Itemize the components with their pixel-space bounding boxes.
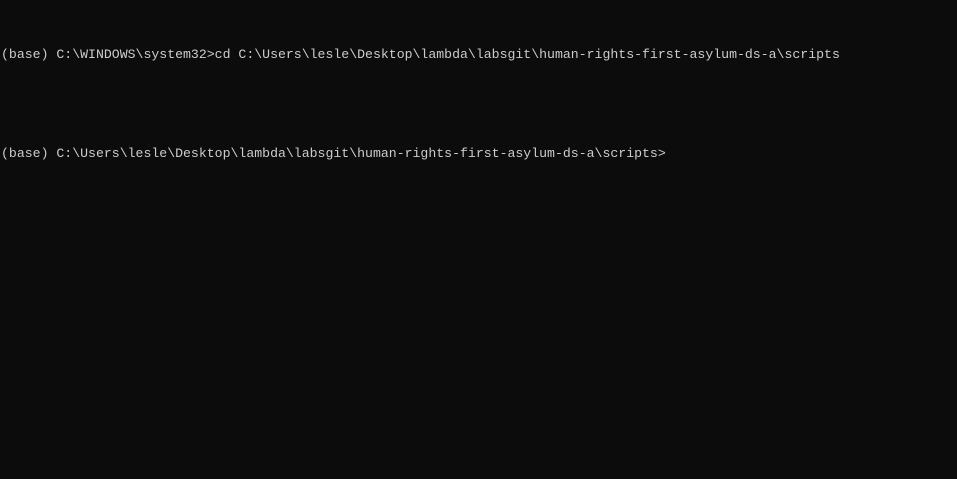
prompt-line[interactable]: (base) C:\Users\lesle\Desktop\lambda\lab… <box>1 146 957 163</box>
command-line: (base) C:\WINDOWS\system32>cd C:\Users\l… <box>1 47 840 62</box>
terminal-output[interactable]: (base) C:\WINDOWS\system32>cd C:\Users\l… <box>0 0 957 179</box>
